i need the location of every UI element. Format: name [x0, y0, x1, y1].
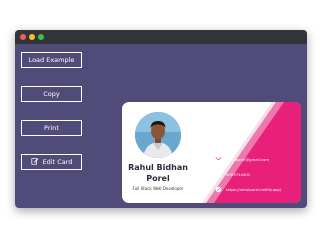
email-icon	[215, 157, 222, 162]
copy-label: Copy	[43, 90, 60, 98]
business-card: Rahul Bidhan Porel Full Stack Web Develo…	[122, 102, 301, 203]
copy-button[interactable]: Copy	[21, 86, 82, 102]
email-text[interactable]: rahulporel@gmail.com	[226, 157, 269, 162]
close-window-button[interactable]	[20, 34, 26, 40]
phone-icon	[215, 171, 222, 178]
maximize-window-button[interactable]	[38, 34, 44, 40]
avatar	[135, 112, 181, 158]
load-example-label: Load Example	[28, 56, 75, 64]
edit-icon	[31, 158, 39, 165]
card-role: Full Stack Web Developer	[132, 186, 184, 191]
website-text[interactable]: https://rahulporel.netlify.app/	[226, 187, 281, 192]
profile-photo	[135, 112, 181, 158]
window-titlebar	[15, 30, 307, 44]
print-label: Print	[44, 124, 59, 132]
edit-card-label: Edit Card	[42, 158, 73, 166]
load-example-button[interactable]: Load Example	[21, 52, 82, 68]
link-icon	[215, 186, 222, 193]
print-button[interactable]: Print	[21, 120, 82, 136]
phone-text[interactable]: 9083744401	[226, 172, 250, 177]
card-name: Rahul Bidhan Porel	[128, 163, 188, 183]
minimize-window-button[interactable]	[29, 34, 35, 40]
app-window: Load Example Copy Print Edit Card Rahul …	[15, 30, 307, 208]
edit-card-button[interactable]: Edit Card	[21, 154, 82, 170]
